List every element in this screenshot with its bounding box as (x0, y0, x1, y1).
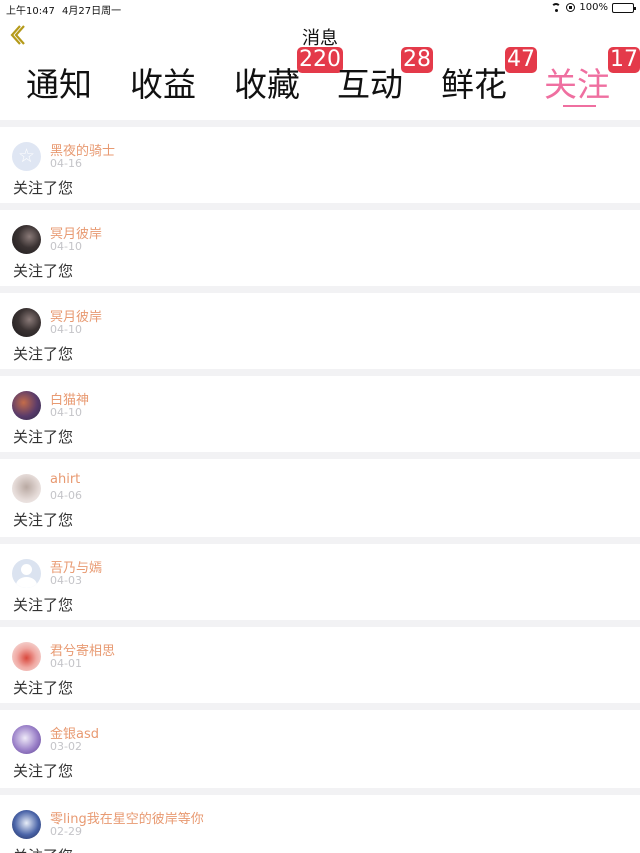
status-date: 4月27日周一 (62, 6, 122, 17)
follow-date: 04-10 (50, 406, 82, 419)
follow-message: 关注了您 (13, 679, 74, 697)
battery-icon (612, 2, 636, 13)
tab-favorites[interactable]: 收藏 (234, 58, 300, 106)
follower-list: 黑夜的骑士 04-16 关注了您 冥月彼岸 04-10 关注了您 冥月彼岸 04… (0, 120, 640, 853)
follow-message: 关注了您 (13, 262, 74, 280)
follow-message: 关注了您 (13, 179, 74, 197)
status-right: 100% (550, 2, 636, 13)
follow-message: 关注了您 (13, 845, 73, 853)
avatar[interactable] (12, 642, 41, 671)
following-badge: 17 (608, 47, 640, 73)
avatar[interactable] (12, 810, 41, 839)
active-tab-indicator (563, 105, 596, 107)
follow-date: 03-02 (50, 740, 82, 753)
avatar[interactable] (12, 225, 41, 254)
follow-date: 02-29 (50, 825, 82, 838)
avatar[interactable] (12, 474, 41, 503)
follow-date: 04-10 (50, 323, 82, 336)
tab-earnings[interactable]: 收益 (130, 58, 196, 106)
flowers-badge: 47 (505, 47, 537, 73)
list-item[interactable]: ahirt 04-06 关注了您 (0, 459, 640, 537)
list-item[interactable]: 冥月彼岸 04-10 关注了您 (0, 210, 640, 286)
list-item[interactable]: 君兮寄相思 04-01 关注了您 (0, 627, 640, 703)
follow-message: 关注了您 (13, 428, 74, 446)
list-item[interactable]: 零ling我在星空的彼岸等你 02-29 关注了您 (0, 795, 640, 853)
list-item[interactable]: 白猫神 04-10 关注了您 (0, 376, 640, 452)
avatar[interactable] (12, 308, 41, 337)
tab-following[interactable]: 关注 (544, 58, 610, 106)
tab-interactions[interactable]: 互动 (337, 58, 403, 106)
status-time: 上午10:47 (6, 6, 55, 17)
avatar[interactable] (12, 559, 41, 588)
follow-date: 04-16 (50, 157, 82, 170)
interactions-badge: 28 (401, 47, 433, 73)
user-name[interactable]: ahirt (50, 472, 80, 487)
list-item[interactable]: 冥月彼岸 04-10 关注了您 (0, 293, 640, 369)
list-item[interactable]: 黑夜的骑士 04-16 关注了您 (0, 127, 640, 203)
follow-message: 关注了您 (13, 345, 74, 363)
rotation-lock-icon (566, 3, 576, 12)
follow-date: 04-03 (50, 574, 82, 587)
follow-message: 关注了您 (13, 511, 74, 529)
follow-date: 04-01 (50, 657, 82, 670)
follow-message: 关注了您 (13, 596, 74, 614)
tab-notifications[interactable]: 通知 (26, 58, 92, 106)
avatar[interactable] (12, 142, 41, 171)
list-item[interactable]: 金银asd 03-02 关注了您 (0, 710, 640, 788)
follow-message: 关注了您 (13, 762, 74, 780)
avatar[interactable] (12, 391, 41, 420)
follow-date: 04-06 (50, 489, 82, 502)
wifi-icon (550, 3, 562, 12)
battery-percent: 100% (579, 2, 608, 13)
tab-flowers[interactable]: 鲜花 (441, 58, 507, 106)
tab-bar: 通知 收益 收藏 220 互动 28 鲜花 47 关注 17 (0, 47, 640, 114)
avatar[interactable] (12, 725, 41, 754)
list-item[interactable]: 吾乃与嫣 04-03 关注了您 (0, 544, 640, 620)
status-bar: 上午10:47 4月27日周一 100% (0, 0, 640, 17)
follow-date: 04-10 (50, 240, 82, 253)
